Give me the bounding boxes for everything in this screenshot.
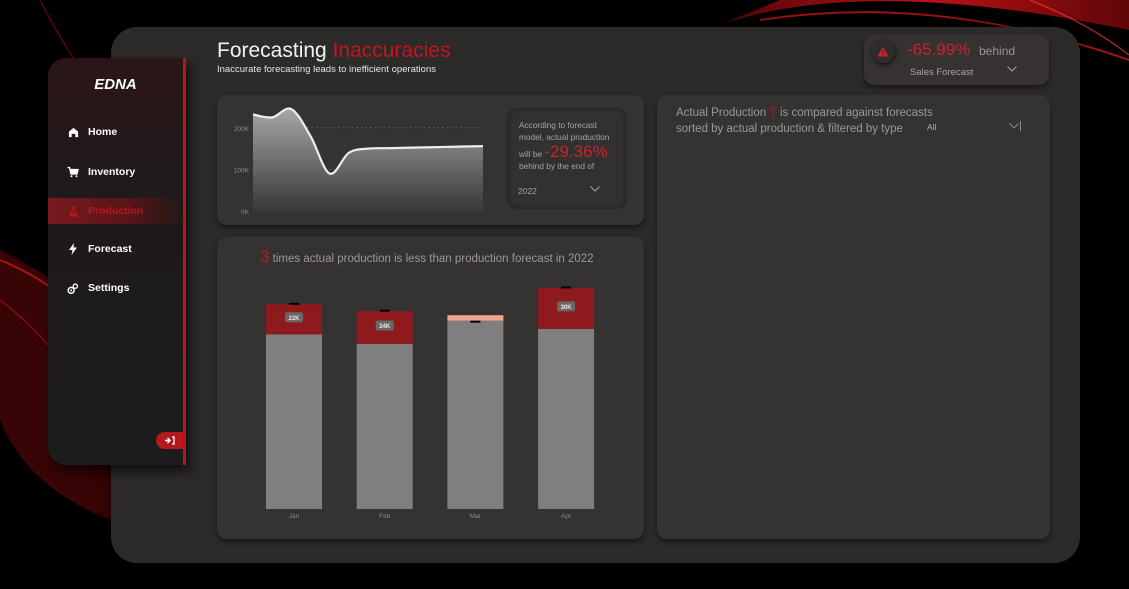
data-label: 24K bbox=[379, 324, 391, 330]
sidebar-item-settings[interactable]: Settings bbox=[48, 275, 183, 301]
sidebar-item-forecast[interactable]: Forecast bbox=[48, 236, 183, 262]
flask-icon bbox=[67, 205, 79, 217]
forecast-marker bbox=[379, 309, 390, 312]
forecast-text-line: will be bbox=[519, 149, 543, 159]
comparison-description: Actual Production '|' is compared agains… bbox=[676, 105, 933, 137]
sidebar-item-home[interactable]: Home bbox=[48, 119, 183, 145]
warning-icon bbox=[871, 39, 895, 63]
sidebar-item-production[interactable]: Production bbox=[48, 198, 183, 224]
sidebar-item-label: Settings bbox=[88, 282, 130, 294]
chevron-down-icon bbox=[1007, 64, 1017, 75]
data-label: 22K bbox=[288, 316, 300, 322]
x-tick-label: Feb bbox=[379, 513, 391, 520]
y-tick-label: 0K bbox=[241, 209, 250, 216]
bar-actual[interactable] bbox=[356, 343, 413, 509]
x-tick-label: Jan bbox=[289, 513, 300, 520]
chevron-down-icon bbox=[1009, 121, 1021, 133]
bar-actual[interactable] bbox=[447, 320, 504, 509]
forecast-marker bbox=[470, 320, 481, 323]
forecast-percent: -29.36% bbox=[544, 142, 608, 161]
forecast-text-line: According to forecast bbox=[519, 120, 597, 130]
type-filter-dropdown[interactable]: All bbox=[927, 121, 1027, 133]
gears-icon bbox=[67, 282, 79, 294]
lightning-icon bbox=[67, 243, 79, 255]
y-tick-label: 100K bbox=[234, 167, 250, 174]
sidebar: EDNA Home Inventory Production Forecast … bbox=[48, 58, 186, 465]
forecast-text-line: behind by the end of bbox=[519, 161, 595, 171]
sidebar-item-label: Forecast bbox=[88, 243, 132, 255]
forecast-summary-box: According to forecast model, actual prod… bbox=[507, 108, 627, 209]
x-tick-label: Mar bbox=[470, 513, 482, 520]
chevron-down-icon bbox=[590, 183, 600, 195]
data-label: 30K bbox=[561, 305, 573, 311]
forecast-type-dropdown[interactable]: Sales Forecast bbox=[910, 64, 1020, 78]
y-tick-label: 200K bbox=[234, 126, 250, 133]
page-title-accent: Inaccuracies bbox=[332, 39, 451, 62]
app-logo: EDNA bbox=[94, 76, 137, 93]
bar-chart: 22K Jan 24K Feb Mar 30K Apr bbox=[266, 286, 595, 520]
sidebar-item-label: Inventory bbox=[88, 166, 136, 178]
bar-forecast-surplus[interactable] bbox=[447, 315, 504, 321]
description-text: sorted by actual production & filtered b… bbox=[676, 123, 903, 135]
production-comparison-card: Actual Production '|' is compared agains… bbox=[657, 95, 1050, 539]
dropdown-value: All bbox=[927, 122, 937, 132]
sidebar-item-label: Production bbox=[88, 205, 144, 217]
area-fill bbox=[253, 108, 483, 211]
home-icon bbox=[67, 126, 79, 138]
monthly-production-card: 3 times actual production is less than p… bbox=[217, 237, 644, 539]
bar-actual[interactable] bbox=[538, 328, 595, 509]
production-forecast-card: 0K 100K 200K According to forecast model, … bbox=[217, 95, 644, 225]
bar-actual[interactable] bbox=[266, 334, 322, 509]
page-subtitle: Inaccurate forecasting leads to ineffici… bbox=[217, 64, 436, 75]
kpi-value: -65.99% bbox=[907, 40, 971, 59]
sidebar-accent-bar bbox=[183, 58, 186, 465]
description-text: is compared against forecasts bbox=[779, 107, 933, 119]
sidebar-item-label: Home bbox=[88, 126, 118, 138]
kpi-suffix: behind bbox=[979, 44, 1016, 58]
sidebar-item-inventory[interactable]: Inventory bbox=[48, 159, 183, 185]
marker-legend: '|' bbox=[769, 107, 777, 119]
page-title: Forecasting Inaccuracies bbox=[217, 39, 450, 63]
dropdown-value: Sales Forecast bbox=[910, 67, 974, 78]
logout-icon bbox=[164, 432, 175, 450]
page-title-main: Forecasting bbox=[217, 39, 327, 62]
forecast-marker bbox=[561, 286, 572, 289]
kpi-card: -65.99% behind Sales Forecast bbox=[864, 35, 1049, 85]
area-chart: 0K 100K 200K bbox=[234, 107, 484, 216]
forecast-marker bbox=[289, 302, 299, 305]
description-text: Actual Production bbox=[676, 107, 767, 119]
year-dropdown[interactable]: 2022 bbox=[518, 185, 608, 197]
cart-icon bbox=[67, 166, 79, 178]
dropdown-value: 2022 bbox=[518, 186, 537, 196]
logout-button[interactable] bbox=[156, 432, 183, 449]
x-tick-label: Apr bbox=[561, 513, 572, 520]
